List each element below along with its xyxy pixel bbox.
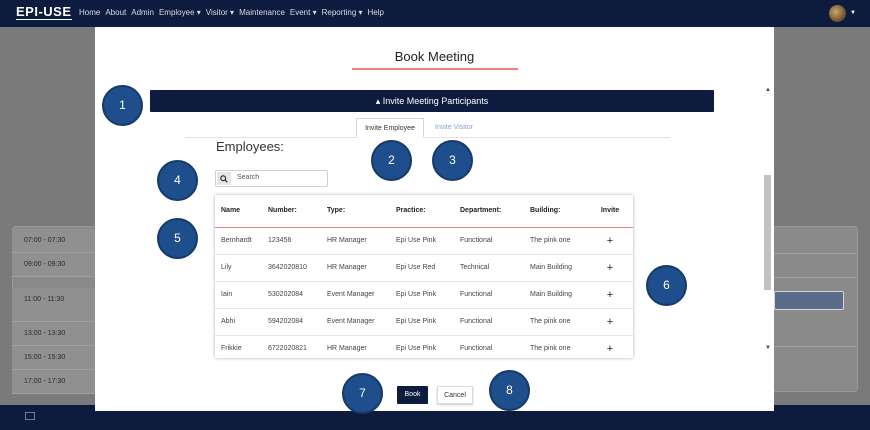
cell-department: Functional xyxy=(454,281,524,309)
invite-plus-icon[interactable]: + xyxy=(587,335,633,358)
calendar-divider xyxy=(774,277,858,278)
annotation-marker-4: 4 xyxy=(157,160,198,201)
book-meeting-modal: Book Meeting ▴ Invite Meeting Participan… xyxy=(95,27,774,411)
calendar-divider xyxy=(774,253,858,254)
cell-number: 3642020810 xyxy=(262,254,321,282)
annotation-marker-6: 6 xyxy=(646,265,687,306)
cell-name: Lily xyxy=(215,254,262,282)
table-row: Frikkie 6722020821 HR Manager Epi Use Pi… xyxy=(215,335,633,358)
cell-practice: Epi Use Pink xyxy=(390,281,454,309)
title-underline xyxy=(352,68,518,70)
table-row: Abhi 594202084 Event Manager Epi Use Pin… xyxy=(215,308,633,336)
cell-number: 530202084 xyxy=(262,281,321,309)
cell-name: Frikkie xyxy=(215,335,262,358)
invite-plus-icon[interactable]: + xyxy=(587,227,633,255)
chevron-down-icon[interactable]: ▼ xyxy=(850,10,856,16)
table-row: Iain 530202084 Event Manager Epi Use Pin… xyxy=(215,281,633,309)
search-icon xyxy=(217,172,231,185)
cell-building: The pink one xyxy=(524,227,587,255)
employee-search[interactable]: Search xyxy=(215,170,328,187)
employees-heading: Employees: xyxy=(216,139,284,154)
cell-name: Bernhardt xyxy=(215,227,262,255)
cell-department: Functional xyxy=(454,308,524,336)
nav-event[interactable]: Event ▾ xyxy=(290,8,317,17)
annotation-marker-2: 2 xyxy=(371,140,412,181)
cell-building: Main Building xyxy=(524,254,587,282)
cell-department: Technical xyxy=(454,254,524,282)
time-slot: 11:00 - 11:30 xyxy=(12,288,96,322)
avatar[interactable] xyxy=(829,5,846,22)
nav-home[interactable]: Home xyxy=(79,8,100,17)
cell-type: HR Manager xyxy=(321,335,390,358)
cell-department: Functional xyxy=(454,335,524,358)
scrollbar-thumb[interactable] xyxy=(764,175,771,290)
cell-type: Event Manager xyxy=(321,281,390,309)
annotation-marker-8: 8 xyxy=(489,370,530,411)
search-input[interactable]: Search xyxy=(237,174,259,181)
annotation-marker-7: 7 xyxy=(342,373,383,414)
cell-practice: Epi Use Pink xyxy=(390,335,454,358)
cell-number: 594202084 xyxy=(262,308,321,336)
annotation-marker-1: 1 xyxy=(102,85,143,126)
cell-name: Iain xyxy=(215,281,262,309)
nav-employee[interactable]: Employee ▾ xyxy=(159,8,201,17)
nav-help[interactable]: Help xyxy=(368,8,384,17)
cell-type: Event Manager xyxy=(321,308,390,336)
time-slot: 09:00 - 09:30 xyxy=(12,253,96,277)
time-slot: 15:00 - 15:30 xyxy=(12,346,96,370)
cell-type: HR Manager xyxy=(321,254,390,282)
invite-plus-icon[interactable]: + xyxy=(587,254,633,282)
calendar-event[interactable] xyxy=(774,291,844,310)
table-row: Bernhardt 123456 HR Manager Epi Use Pink… xyxy=(215,227,633,255)
col-type: Type: xyxy=(327,207,346,215)
nav-about[interactable]: About xyxy=(105,8,126,17)
invite-participants-toggle[interactable]: ▴ Invite Meeting Participants xyxy=(150,90,714,112)
nav-visitor[interactable]: Visitor ▾ xyxy=(206,8,234,17)
cell-name: Abhi xyxy=(215,308,262,336)
epi-use-logo[interactable]: EPI-USE xyxy=(16,5,72,20)
invite-plus-icon[interactable]: + xyxy=(587,308,633,336)
modal-title: Book Meeting xyxy=(394,49,475,64)
scroll-down-icon[interactable]: ▼ xyxy=(765,345,771,351)
cell-practice: Epi Use Red xyxy=(390,254,454,282)
cell-number: 6722020821 xyxy=(262,335,321,358)
cell-building: The pink one xyxy=(524,308,587,336)
footer-logo-icon xyxy=(25,412,35,420)
scroll-up-icon[interactable]: ▲ xyxy=(765,87,771,93)
col-building: Building: xyxy=(530,207,561,215)
cell-number: 123456 xyxy=(262,227,321,255)
table-header-row: Name Number: Type: Practice: Department:… xyxy=(215,195,633,227)
employee-table: Name Number: Type: Practice: Department:… xyxy=(215,195,633,358)
cell-building: The pink one xyxy=(524,335,587,358)
col-invite: Invite xyxy=(600,207,620,215)
table-row: Lily 3642020810 HR Manager Epi Use Red T… xyxy=(215,254,633,282)
tab-invite-employee[interactable]: Invite Employee xyxy=(356,118,424,138)
col-number: Number: xyxy=(268,207,297,215)
cell-building: Main Building xyxy=(524,281,587,309)
cell-department: Functional xyxy=(454,227,524,255)
col-practice: Practice: xyxy=(396,207,426,215)
time-slot: 17:00 - 17:30 xyxy=(12,370,96,394)
cell-type: HR Manager xyxy=(321,227,390,255)
tab-invite-visitor[interactable]: Invite Visitor xyxy=(427,118,481,138)
nav-links: Home About Admin Employee ▾ Visitor ▾ Ma… xyxy=(79,8,384,17)
invite-plus-icon[interactable]: + xyxy=(587,281,633,309)
nav-reporting[interactable]: Reporting ▾ xyxy=(322,8,363,17)
book-button[interactable]: Book xyxy=(397,386,428,404)
time-slot: 13:00 - 13:30 xyxy=(12,322,96,346)
annotation-marker-3: 3 xyxy=(432,140,473,181)
col-department: Department: xyxy=(460,207,502,215)
cell-practice: Epi Use Pink xyxy=(390,227,454,255)
nav-admin[interactable]: Admin xyxy=(131,8,154,17)
col-name: Name xyxy=(221,207,241,215)
calendar-divider xyxy=(774,346,858,347)
nav-maintenance[interactable]: Maintenance xyxy=(239,8,285,17)
cell-practice: Epi Use Pink xyxy=(390,308,454,336)
cancel-button[interactable]: Cancel xyxy=(437,386,473,404)
time-slot: 07:00 - 07:30 xyxy=(12,229,96,253)
annotation-marker-5: 5 xyxy=(157,218,198,259)
top-navbar: EPI-USE Home About Admin Employee ▾ Visi… xyxy=(0,0,870,27)
